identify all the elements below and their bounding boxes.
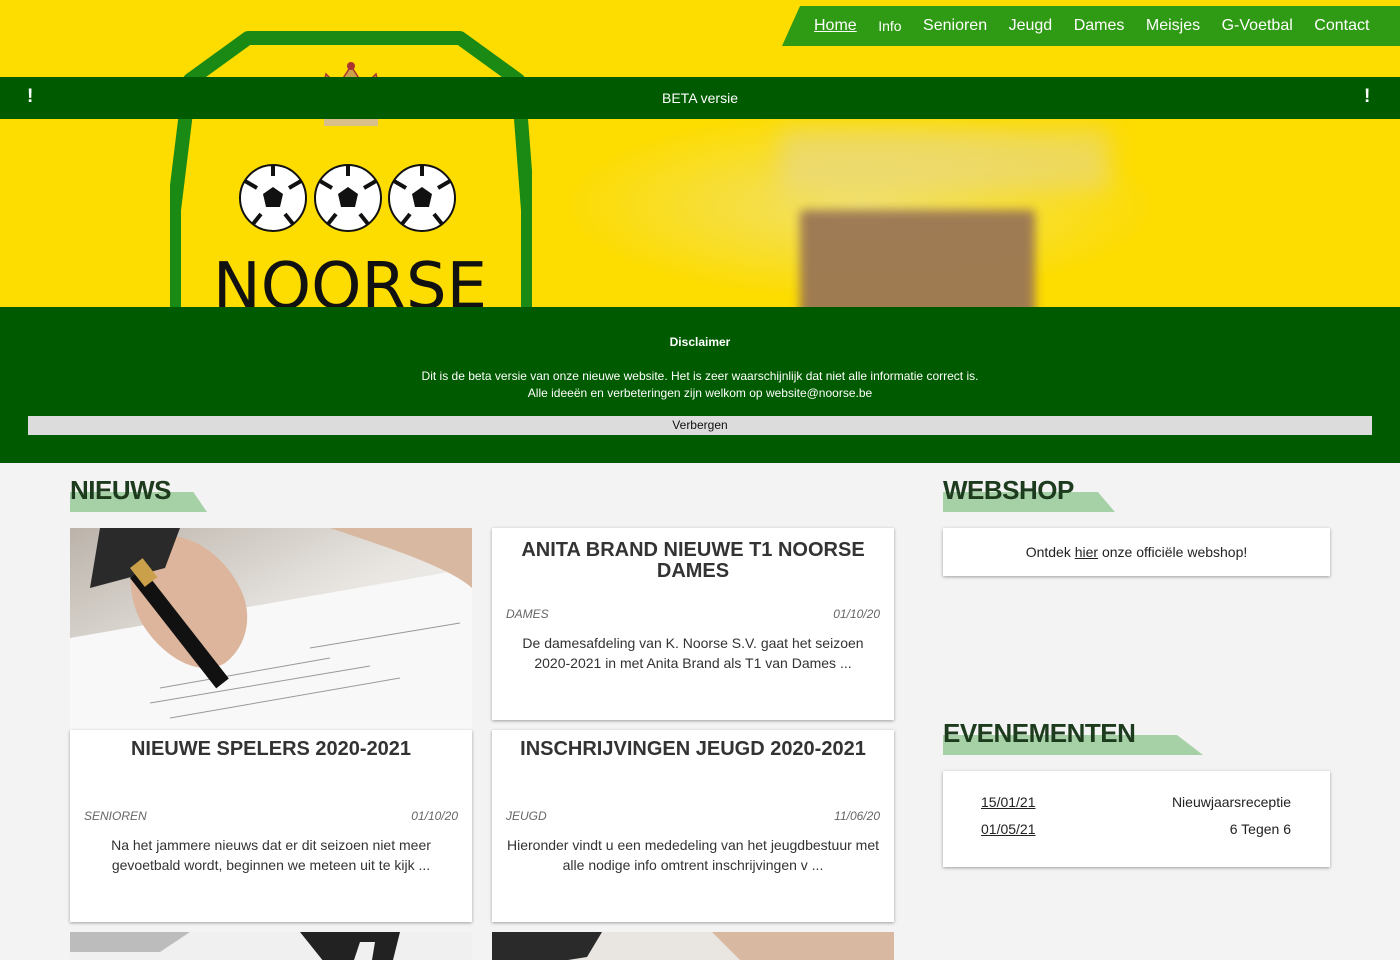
news-excerpt: Na het jammere nieuws dat er dit seizoen… — [111, 837, 431, 873]
news-image[interactable] — [492, 932, 894, 960]
hero-background-blur — [800, 210, 1035, 307]
event-row[interactable]: 15/01/21 Nieuwjaarsreceptie — [981, 794, 1291, 814]
disclaimer-title: Disclaimer — [669, 335, 731, 349]
disclaimer-text: Alle ideeën en verbeteringen zijn welkom… — [527, 386, 873, 400]
main-navigation: Home Info Senioren Jeugd Dames Meisjes G-Voetb… — [782, 6, 1400, 46]
nav-item-contact[interactable]: Contact — [1314, 12, 1369, 40]
disclaimer-panel: Disclaimer Dit is de beta versie van onz… — [0, 307, 1400, 463]
event-row[interactable]: 01/05/21 6 Tegen 6 — [981, 821, 1291, 841]
events-section-title: EVENEMENTEN — [943, 718, 1203, 755]
news-excerpt: Hieronder vindt u een mededeling van het… — [506, 837, 880, 873]
nav-item-g-voetbal[interactable]: G-Voetbal — [1222, 12, 1293, 40]
hero-banner: NOORSE Home Info Senioren Jeugd Dames Meisjes… — [0, 0, 1400, 307]
crest-text: NOORSE — [213, 250, 487, 307]
news-category: DAMES — [506, 607, 549, 621]
webshop-card: Ontdek hier onze officiële webshop! — [943, 528, 1330, 576]
news-card[interactable]: ANITA BRAND NIEUWE T1 NOORSE DAMES DAMES… — [492, 528, 894, 720]
club-crest-logo[interactable]: NOORSE — [170, 30, 532, 307]
event-name: 6 Tegen 6 — [1229, 821, 1291, 837]
news-date: 01/10/20 — [411, 809, 458, 823]
hide-disclaimer-button[interactable]: Verbergen — [28, 416, 1372, 435]
news-category: JEUGD — [506, 809, 547, 823]
events-card: 15/01/21 Nieuwjaarsreceptie 01/05/21 6 T… — [943, 771, 1330, 867]
webshop-section-title: WEBSHOP — [943, 475, 1115, 512]
exclamation-icon: ! — [1364, 86, 1371, 107]
news-image[interactable] — [70, 932, 472, 960]
news-section-title: NIEUWS — [70, 475, 207, 512]
main-content: NIEUWS ANITA BRAND NIEUWE T1 NOORSE DAME… — [28, 463, 1372, 960]
event-date[interactable]: 15/01/21 — [981, 794, 1036, 810]
webshop-text: Ontdek — [1025, 544, 1071, 560]
disclaimer-text: Dit is de beta versie van onze nieuwe we… — [421, 369, 979, 383]
news-card[interactable]: NIEUWE SPELERS 2020-2021 SENIOREN 01/10/… — [70, 730, 472, 922]
nav-item-home[interactable]: Home — [814, 12, 857, 40]
beta-text: BETA versie — [662, 90, 738, 106]
news-excerpt: De damesafdeling van K. Noorse S.V. gaat… — [522, 635, 864, 671]
event-date[interactable]: 01/05/21 — [981, 821, 1036, 837]
nav-item-meisjes[interactable]: Meisjes — [1146, 12, 1200, 40]
webshop-text: onze officiële webshop! — [1101, 544, 1248, 560]
nav-item-info[interactable]: Info — [878, 12, 901, 40]
nav-item-jeugd[interactable]: Jeugd — [1009, 12, 1053, 40]
beta-banner: ! BETA versie ! — [0, 77, 1400, 119]
news-title[interactable]: INSCHRIJVINGEN JEUGD 2020-2021 — [502, 739, 884, 760]
news-date: 01/10/20 — [833, 607, 880, 621]
hero-background-blur — [780, 130, 1110, 190]
news-title[interactable]: NIEUWE SPELERS 2020-2021 — [80, 739, 462, 760]
event-name: Nieuwjaarsreceptie — [1171, 794, 1291, 810]
news-image[interactable] — [70, 528, 472, 730]
news-card[interactable]: INSCHRIJVINGEN JEUGD 2020-2021 JEUGD 11/… — [492, 730, 894, 922]
news-date: 11/06/20 — [834, 809, 880, 823]
news-title[interactable]: ANITA BRAND NIEUWE T1 NOORSE DAMES — [502, 540, 884, 582]
nav-item-senioren[interactable]: Senioren — [923, 12, 987, 40]
webshop-link[interactable]: hier — [1075, 544, 1098, 560]
nav-item-dames[interactable]: Dames — [1074, 12, 1125, 40]
news-category: SENIOREN — [84, 809, 147, 823]
